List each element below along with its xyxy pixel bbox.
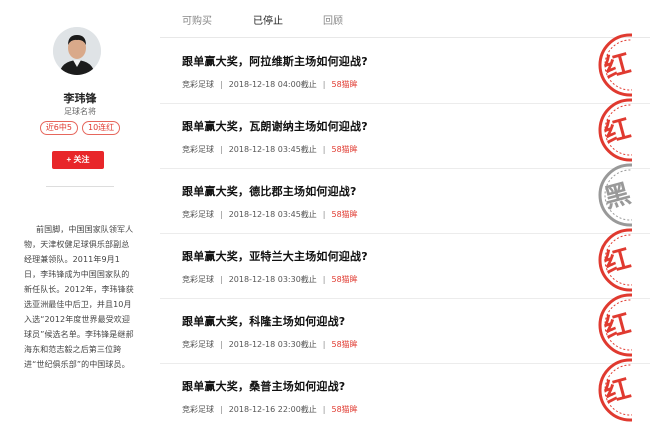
- plan-category: 竞彩足球: [182, 340, 214, 349]
- plan-meta: 竞彩足球 | 2018-12-18 03:30截止 | 58猫眸: [182, 339, 358, 350]
- plan-meta: 竞彩足球 | 2018-12-18 03:45截止 | 58猫眸: [182, 209, 358, 220]
- plan-meta: 竞彩足球 | 2018-12-18 04:00截止 | 58猫眸: [182, 79, 358, 90]
- plan-title[interactable]: 跟单赢大奖，亚特兰大主场如何迎战?: [182, 248, 368, 264]
- plan-deadline: 2018-12-18 03:45截止: [228, 210, 317, 219]
- meta-separator: |: [220, 405, 223, 414]
- plan-category: 竞彩足球: [182, 145, 214, 154]
- red-result-stamp: 红: [596, 358, 632, 422]
- meta-separator: |: [220, 340, 223, 349]
- meta-separator: |: [220, 275, 223, 284]
- streak-badge: 10连红: [82, 121, 121, 135]
- plan-item[interactable]: 跟单赢大奖，科隆主场如何迎战? 竞彩足球 | 2018-12-18 03:30截止 | 5…: [160, 293, 650, 364]
- stamp-text: 红: [601, 113, 632, 150]
- meta-separator: |: [220, 210, 223, 219]
- plan-item[interactable]: 跟单赢大奖，桑普主场如何迎战? 竞彩足球 | 2018-12-16 22:00截止 | 5…: [160, 358, 650, 427]
- record-badges: 近6中5 10连红: [0, 121, 160, 135]
- meta-separator: |: [322, 80, 326, 89]
- plan-title[interactable]: 跟单赢大奖，科隆主场如何迎战?: [182, 313, 345, 329]
- plan-meta: 竞彩足球 | 2018-12-18 03:45截止 | 58猫眸: [182, 144, 358, 155]
- expert-sidebar: 李玮锋 足球名将 近6中5 10连红 + 关注 前国脚，中国国家队领军人物，天津…: [0, 0, 160, 427]
- plan-title[interactable]: 跟单赢大奖，阿拉维斯主场如何迎战?: [182, 53, 368, 69]
- plan-item[interactable]: 跟单赢大奖，瓦朗谢纳主场如何迎战? 竞彩足球 | 2018-12-18 03:45截止…: [160, 98, 650, 169]
- plan-price: 58猫眸: [331, 405, 358, 414]
- plan-title[interactable]: 跟单赢大奖，桑普主场如何迎战?: [182, 378, 345, 394]
- stamp-text: 红: [601, 48, 632, 85]
- plan-price: 58猫眸: [331, 145, 358, 154]
- tab-bar: 可购买 已停止 回顾: [160, 0, 650, 38]
- tab-review[interactable]: 回顾: [323, 12, 343, 27]
- red-result-stamp: 红: [596, 33, 632, 97]
- plan-list: 跟单赢大奖，阿拉维斯主场如何迎战? 竞彩足球 | 2018-12-18 04:00截止…: [160, 33, 650, 427]
- expert-name: 李玮锋: [63, 92, 97, 105]
- avatar: [53, 27, 101, 75]
- plan-price: 58猫眸: [331, 210, 358, 219]
- plan-meta: 竞彩足球 | 2018-12-16 22:00截止 | 58猫眸: [182, 404, 358, 415]
- red-result-stamp: 红: [596, 98, 632, 162]
- meta-separator: |: [220, 80, 223, 89]
- meta-separator: |: [322, 340, 326, 349]
- red-result-stamp: 红: [596, 293, 632, 357]
- stamp-text: 红: [601, 373, 632, 410]
- plan-deadline: 2018-12-18 03:45截止: [228, 145, 317, 154]
- expert-title: 足球名将: [64, 107, 96, 116]
- meta-separator: |: [322, 145, 326, 154]
- plan-price: 58猫眸: [331, 340, 358, 349]
- stamp-text: 黑: [601, 179, 632, 215]
- plan-category: 竞彩足球: [182, 405, 214, 414]
- meta-separator: |: [220, 145, 223, 154]
- plan-deadline: 2018-12-18 03:30截止: [228, 275, 317, 284]
- plan-deadline: 2018-12-16 22:00截止: [228, 405, 317, 414]
- plan-category: 竞彩足球: [182, 210, 214, 219]
- meta-separator: |: [322, 405, 326, 414]
- plan-title[interactable]: 跟单赢大奖，瓦朗谢纳主场如何迎战?: [182, 118, 368, 134]
- plan-price: 58猫眸: [331, 275, 358, 284]
- stamp-text: 红: [601, 243, 632, 280]
- plan-deadline: 2018-12-18 03:30截止: [228, 340, 317, 349]
- plan-price: 58猫眸: [331, 80, 358, 89]
- plan-title[interactable]: 跟单赢大奖，德比郡主场如何迎战?: [182, 183, 357, 199]
- divider: [46, 186, 114, 187]
- record-badge: 近6中5: [39, 121, 78, 135]
- red-result-stamp: 红: [596, 228, 632, 292]
- tab-stopped[interactable]: 已停止: [253, 12, 283, 27]
- plan-item[interactable]: 跟单赢大奖，阿拉维斯主场如何迎战? 竞彩足球 | 2018-12-18 04:00截止…: [160, 33, 650, 104]
- tab-available[interactable]: 可购买: [182, 12, 212, 27]
- expert-bio: 前国脚，中国国家队领军人物，天津权健足球俱乐部副总经理兼领队。2011年9月1日…: [24, 225, 134, 369]
- plan-category: 竞彩足球: [182, 80, 214, 89]
- plan-panel: 可购买 已停止 回顾 跟单赢大奖，阿拉维斯主场如何迎战? 竞彩足球 | 2018-12…: [160, 0, 650, 427]
- plan-deadline: 2018-12-18 04:00截止: [228, 80, 317, 89]
- meta-separator: |: [322, 275, 326, 284]
- plan-meta: 竞彩足球 | 2018-12-18 03:30截止 | 58猫眸: [182, 274, 358, 285]
- plan-category: 竞彩足球: [182, 275, 214, 284]
- plan-item[interactable]: 跟单赢大奖，亚特兰大主场如何迎战? 竞彩足球 | 2018-12-18 03:30截止…: [160, 228, 650, 299]
- follow-button[interactable]: + 关注: [52, 151, 104, 169]
- plan-item[interactable]: 跟单赢大奖，德比郡主场如何迎战? 竞彩足球 | 2018-12-18 03:45截止 |…: [160, 163, 650, 234]
- meta-separator: |: [322, 210, 326, 219]
- black-result-stamp: 黑: [596, 163, 632, 227]
- stamp-text: 红: [601, 308, 632, 345]
